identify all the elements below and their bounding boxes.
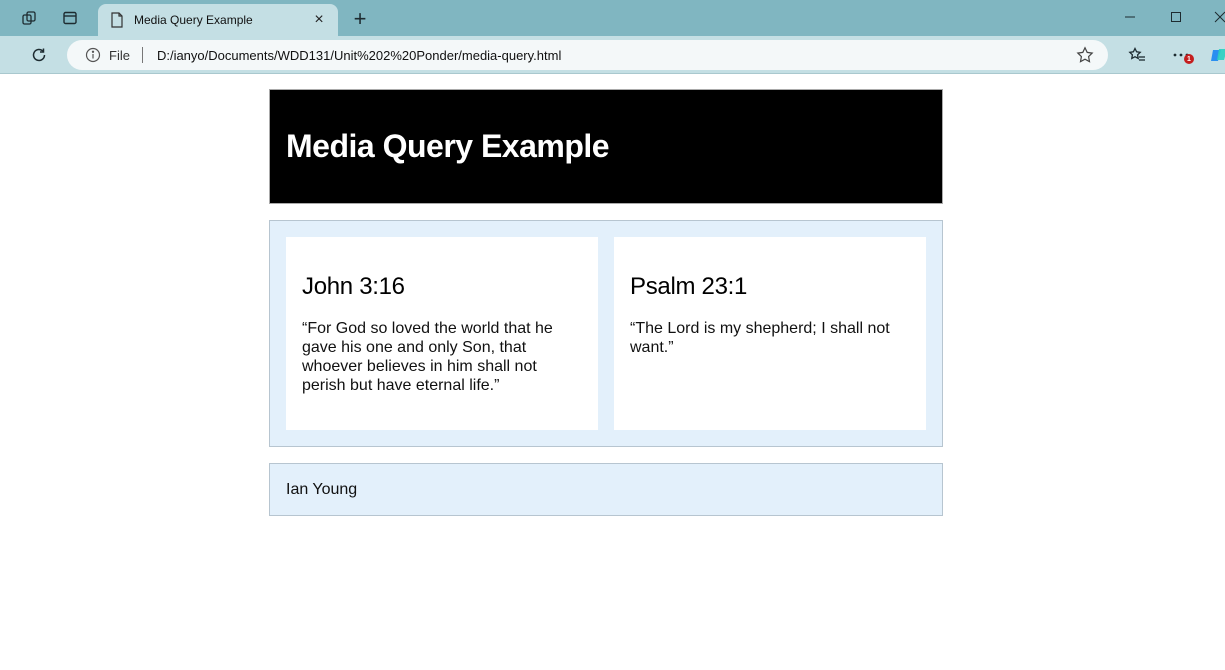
main-content: John 3:16 “For God so loved the world th… (269, 220, 943, 447)
refresh-icon[interactable] (28, 44, 50, 66)
maximize-button[interactable] (1163, 6, 1189, 28)
minimize-button[interactable] (1117, 6, 1143, 28)
site-footer: Ian Young (269, 463, 943, 516)
card-psalm-23-1: Psalm 23:1 “The Lord is my shepherd; I s… (614, 237, 926, 430)
tab-title: Media Query Example (134, 13, 253, 27)
site-header: Media Query Example (269, 89, 943, 204)
notification-badge: 1 (1184, 54, 1194, 64)
favorite-star-icon[interactable] (1076, 46, 1094, 64)
workspaces-icon[interactable] (20, 9, 38, 27)
address-separator (141, 47, 143, 63)
site-info-icon[interactable] (85, 47, 101, 63)
browser-toolbar: File D:/ianyo/Documents/WDD131/Unit%202%… (0, 36, 1225, 74)
address-scheme-label: File (109, 47, 130, 63)
card-heading: Psalm 23:1 (630, 273, 748, 300)
card-john-3-16: John 3:16 “For God so loved the world th… (286, 237, 598, 430)
address-bar[interactable]: File D:/ianyo/Documents/WDD131/Unit%202%… (67, 40, 1108, 70)
tab-media-query[interactable]: Media Query Example × (98, 4, 338, 36)
page-viewport: Media Query Example John 3:16 “For God s… (0, 75, 1225, 670)
card-heading: John 3:16 (302, 273, 405, 300)
copilot-icon[interactable] (1208, 44, 1225, 66)
browser-titlebar: Media Query Example × + (0, 0, 1225, 36)
favorites-icon[interactable] (1126, 44, 1148, 66)
card-text: “The Lord is my shepherd; I shall not wa… (630, 320, 890, 356)
address-url[interactable]: D:/ianyo/Documents/WDD131/Unit%202%20Pon… (157, 48, 561, 63)
tab-close-button[interactable]: × (310, 11, 328, 29)
document-icon (111, 12, 123, 28)
footer-author: Ian Young (286, 480, 358, 498)
page-title: Media Query Example (286, 128, 610, 164)
card-text: “For God so loved the world that he gave… (302, 320, 553, 394)
tab-actions-icon[interactable] (61, 9, 79, 27)
new-tab-button[interactable]: + (349, 8, 371, 30)
close-window-button[interactable] (1207, 6, 1225, 28)
